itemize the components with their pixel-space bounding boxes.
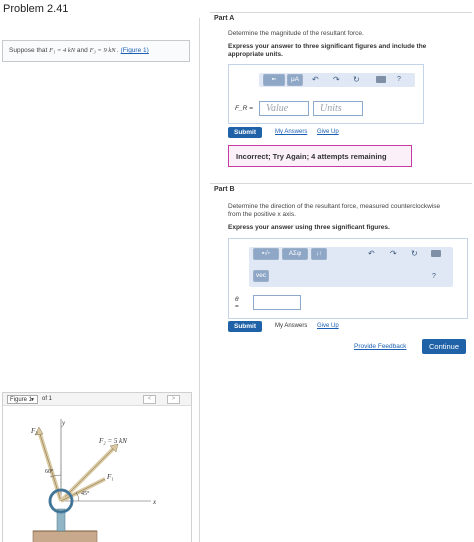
statement-prefix: Suppose that [9, 47, 48, 54]
figure-next-button[interactable]: > [167, 395, 180, 404]
figure-count: of 1 [42, 396, 53, 402]
keyboard-icon[interactable] [431, 250, 441, 257]
theta-input[interactable] [253, 295, 301, 310]
units-input[interactable]: Units [313, 101, 363, 116]
undo-icon[interactable]: ↶ [312, 74, 319, 86]
part-b-instruction: Express your answer using three signific… [228, 224, 390, 231]
force-diagram: y x F₃ F₂ = 5 kN F₁ 60° 45° [30, 419, 157, 542]
part-b-give-up-link[interactable]: Give Up [317, 323, 339, 329]
greek-button[interactable]: ΑΣφ [282, 248, 308, 260]
redo-icon[interactable]: ↷ [333, 74, 340, 86]
arrows-button[interactable]: ↓↑ [311, 248, 327, 260]
reset-icon[interactable]: ↻ [411, 248, 418, 260]
theta-equals: = [235, 303, 239, 310]
part-b-submit-button[interactable]: Submit [228, 321, 263, 332]
problem-statement: Suppose that F₁ = 4 kN and F₃ = 9 kN . (… [2, 40, 190, 62]
help-icon[interactable]: ? [397, 74, 401, 86]
part-b-question-2: from the positive x axis. [228, 211, 296, 218]
ground-block [32, 530, 98, 542]
units-button[interactable]: μA [287, 74, 303, 86]
figure-toolbar: Figure 1 ▼ of 1 < > [3, 393, 191, 406]
provide-feedback-link[interactable]: Provide Feedback [354, 343, 406, 350]
undo-icon[interactable]: ↶ [368, 248, 375, 260]
statement-and: and [76, 47, 88, 54]
angle-60-label: 60° [45, 468, 54, 475]
sqrt-icon: ▪√▫ [261, 250, 271, 257]
f1-value: F₁ = 4 kN [49, 47, 76, 54]
part-b-question-1: Determine the direction of the resultant… [228, 203, 441, 210]
incorrect-feedback: Incorrect; Try Again; 4 attempts remaini… [228, 145, 412, 167]
sqrt-template-button[interactable]: ▪√▫ [253, 248, 279, 260]
part-a-give-up-link[interactable]: Give Up [317, 129, 339, 135]
figure-select[interactable]: Figure 1 ▼ [7, 395, 38, 404]
part-a-title: Part A [214, 15, 235, 22]
figure-prev-button[interactable]: < [143, 395, 156, 404]
vec-button[interactable]: vec [253, 270, 269, 282]
f1-label: F₁ [106, 473, 114, 481]
figure-select-value: Figure 1 [10, 397, 33, 403]
part-a-toolbar: ▪▫ μA ↶ ↷ ↻ ? [259, 73, 415, 87]
problem-title: Problem 2.41 [3, 3, 69, 15]
part-a-question: Determine the magnitude of the resultant… [228, 30, 364, 37]
fr-label: F_R = [235, 105, 253, 112]
keyboard-icon[interactable] [376, 76, 386, 83]
part-b-answer-box: ▪√▫ ΑΣφ ↓↑ ↶ ↷ ↻ vec ? θ = [228, 238, 468, 319]
part-a-instruction-2: appropriate units. [228, 51, 283, 58]
angle-45-label: 45° [81, 490, 90, 497]
help-icon[interactable]: ? [432, 271, 436, 283]
value-input[interactable]: Value [259, 101, 309, 116]
f2-label: F₂ = 5 kN [98, 437, 127, 445]
part-a-submit-button[interactable]: Submit [228, 127, 263, 138]
part-b-title: Part B [214, 186, 235, 193]
continue-button[interactable]: Continue [422, 339, 466, 354]
f3-value: F₃ = 9 kN . [89, 47, 119, 54]
chevron-down-icon: ▼ [30, 397, 35, 403]
part-b-toolbar: ▪√▫ ΑΣφ ↓↑ ↶ ↷ ↻ vec ? [249, 247, 453, 287]
part-a-answer-box: ▪▫ μA ↶ ↷ ↻ ? F_R = Value Units [228, 64, 424, 124]
right-column: Part A Determine the magnitude of the re… [205, 0, 474, 542]
part-b-my-answers: My Answers [275, 323, 308, 329]
theta-label: θ [235, 296, 239, 303]
part-a-my-answers-link[interactable]: My Answers [275, 129, 307, 135]
redo-icon[interactable]: ↷ [390, 248, 397, 260]
template-button[interactable]: ▪▫ [263, 74, 285, 86]
template-icon: ▪▫ [271, 76, 277, 83]
reset-icon[interactable]: ↻ [353, 74, 360, 86]
part-a-divider [210, 12, 472, 13]
part-b-divider [210, 183, 472, 184]
left-column: Suppose that F₁ = 4 kN and F₃ = 9 kN . (… [0, 18, 200, 542]
figure-link[interactable]: (Figure 1) [121, 47, 149, 54]
y-axis-label: y [61, 419, 66, 427]
part-a-instruction-1: Express your answer to three significant… [228, 43, 427, 50]
x-axis-label: x [152, 498, 157, 506]
f3-label: F₃ [30, 427, 38, 435]
figure-panel: Figure 1 ▼ of 1 < > y x F₃ F₂ = 5 kN F₁ … [2, 392, 192, 542]
